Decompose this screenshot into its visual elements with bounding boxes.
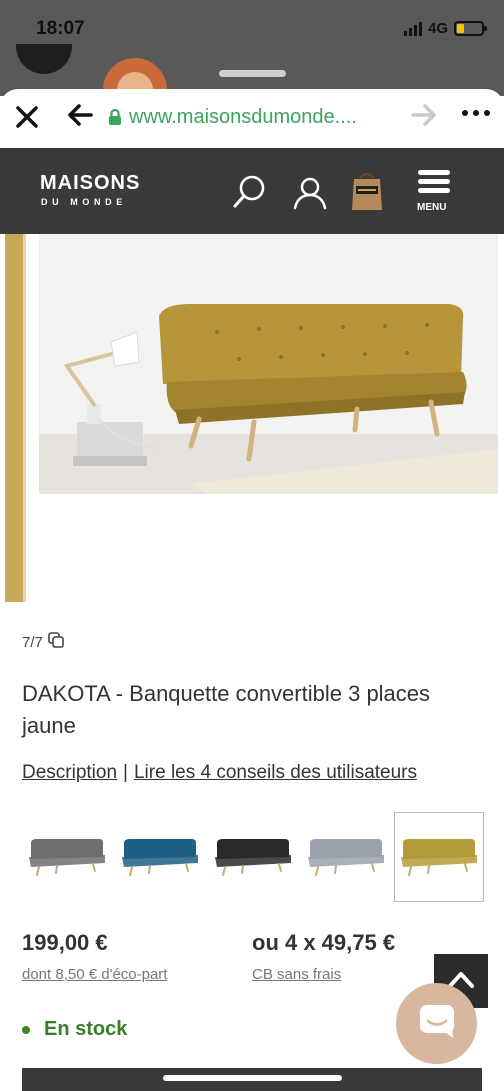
image-counter-text: 7/7 bbox=[22, 633, 43, 651]
image-counter: 7/7 bbox=[22, 632, 64, 652]
signal-icon bbox=[403, 21, 422, 36]
product-price: 199,00 € bbox=[22, 930, 108, 955]
installment-note-link[interactable]: CB sans frais bbox=[252, 966, 341, 983]
stock-status: En stock bbox=[22, 1018, 127, 1041]
reviews-link[interactable]: Lire les 4 conseils des utilisateurs bbox=[134, 762, 417, 783]
status-indicators: 4G bbox=[403, 20, 487, 37]
browser-toolbar: www.maisonsdumonde.... bbox=[0, 96, 504, 142]
color-swatches bbox=[22, 812, 484, 904]
product-image[interactable] bbox=[39, 234, 498, 494]
product-links: Description | Lire les 4 conseils des util… bbox=[22, 762, 417, 784]
color-swatch-light-grey[interactable] bbox=[301, 812, 391, 902]
description-link[interactable]: Description bbox=[22, 762, 117, 783]
arrow-left-icon[interactable] bbox=[66, 102, 94, 133]
url-text[interactable]: www.maisonsdumonde.... bbox=[129, 106, 357, 129]
site-header: MAISONS DU MONDE MENU bbox=[0, 148, 504, 234]
eco-part-link[interactable]: dont 8,50 € d'éco-part bbox=[22, 966, 167, 983]
color-swatch-blue[interactable] bbox=[115, 812, 205, 902]
background-avatar bbox=[16, 44, 72, 74]
chat-icon bbox=[417, 1002, 457, 1045]
product-title: DAKOTA - Banquette convertible 3 places … bbox=[22, 681, 431, 738]
shopping-bag-icon[interactable] bbox=[351, 170, 383, 217]
color-swatch-yellow[interactable] bbox=[394, 812, 484, 902]
sheet-grabber[interactable] bbox=[219, 70, 286, 77]
gallery-icon[interactable] bbox=[48, 632, 64, 652]
battery-icon bbox=[454, 21, 487, 36]
logo[interactable]: MAISONS bbox=[40, 172, 140, 195]
color-swatch-grey[interactable] bbox=[22, 812, 112, 902]
status-bar: 18:07 4G bbox=[0, 0, 504, 96]
network-type: 4G bbox=[427, 20, 448, 37]
color-swatch-black[interactable] bbox=[208, 812, 298, 902]
menu-label[interactable]: MENU bbox=[417, 202, 446, 213]
link-separator: | bbox=[123, 762, 128, 783]
arrow-right-icon[interactable] bbox=[410, 102, 438, 133]
menu-icon[interactable] bbox=[418, 170, 450, 197]
more-icon[interactable] bbox=[460, 100, 492, 133]
close-icon[interactable] bbox=[14, 104, 40, 130]
user-icon[interactable] bbox=[292, 176, 328, 215]
installment-price: ou 4 x 49,75 € bbox=[252, 930, 396, 955]
chat-button[interactable] bbox=[396, 983, 477, 1064]
stock-dot-icon bbox=[22, 1025, 30, 1034]
home-indicator[interactable] bbox=[163, 1075, 342, 1081]
search-icon[interactable] bbox=[232, 174, 266, 215]
previous-image-thumbnail[interactable] bbox=[5, 234, 26, 602]
status-time: 18:07 bbox=[36, 18, 85, 39]
stock-text: En stock bbox=[44, 1018, 128, 1040]
lock-icon bbox=[108, 108, 122, 126]
logo-subtitle: DU MONDE bbox=[41, 197, 127, 207]
